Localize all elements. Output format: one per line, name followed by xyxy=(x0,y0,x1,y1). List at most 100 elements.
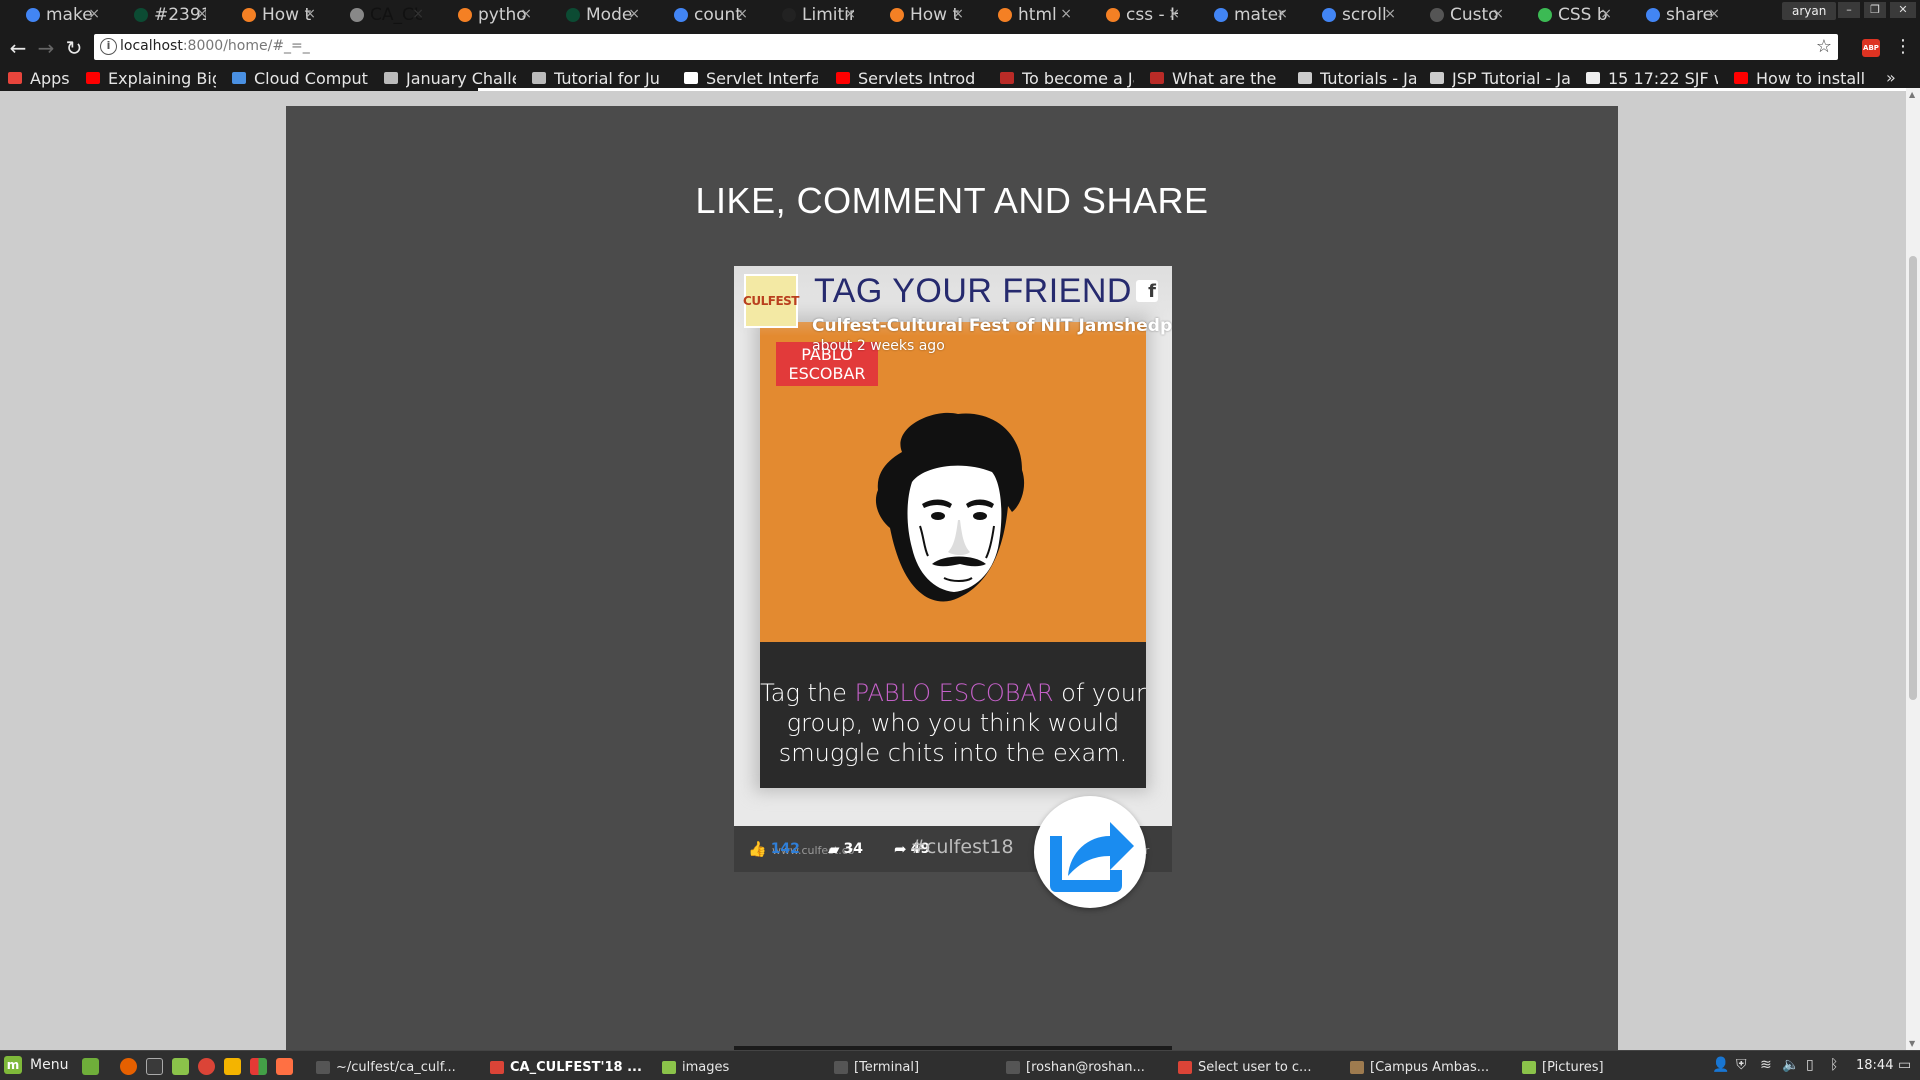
culfest-logo[interactable]: CULFEST xyxy=(743,274,799,328)
browser-tab[interactable]: share × xyxy=(1624,2,1732,28)
tab-close-icon[interactable]: × xyxy=(412,6,424,22)
scroll-thumb[interactable] xyxy=(1909,256,1917,700)
tab-close-icon[interactable]: × xyxy=(520,6,532,22)
bookmark-label: Explaining Big xyxy=(108,68,216,88)
browser-tab[interactable]: mater × xyxy=(1192,2,1300,28)
address-bar[interactable]: i localhost:8000/home/#_=_ ☆ xyxy=(94,34,1838,60)
browser-tab[interactable]: #2391 × xyxy=(112,2,220,28)
browser-tab[interactable]: How t × xyxy=(868,2,976,28)
reload-icon[interactable]: ↻ xyxy=(62,36,86,60)
back-arrow-icon[interactable]: ← xyxy=(6,36,30,60)
taskbar-window[interactable]: ~/culfest/ca_culf... xyxy=(316,1056,456,1078)
info-icon[interactable]: i xyxy=(100,38,117,55)
browser-tab[interactable]: make × xyxy=(4,2,112,28)
tab-close-icon[interactable]: × xyxy=(1492,6,1504,22)
browser-tab[interactable]: html × xyxy=(976,2,1084,28)
like-button[interactable]: 👍 142 xyxy=(748,840,800,858)
apps-launcher-icon[interactable] xyxy=(250,1058,267,1075)
share-button[interactable] xyxy=(1034,796,1146,908)
user-icon[interactable]: 👤 xyxy=(1712,1057,1729,1073)
browser-tab[interactable]: pytho × xyxy=(436,2,544,28)
taskbar-window[interactable]: [Pictures] xyxy=(1522,1056,1604,1078)
browser-tab[interactable]: Custo × xyxy=(1408,2,1516,28)
bookmark-item[interactable]: JSP Tutorial - Ja xyxy=(1430,68,1570,88)
bookmark-item[interactable]: 15 17:22 SJF wi xyxy=(1586,68,1718,88)
firefox-icon[interactable] xyxy=(120,1058,137,1075)
show-desktop-icon[interactable] xyxy=(82,1058,99,1075)
tab-close-icon[interactable]: × xyxy=(1060,6,1072,22)
tab-close-icon[interactable]: × xyxy=(628,6,640,22)
taskbar-window[interactable]: CA_CULFEST'18 ... xyxy=(490,1056,642,1078)
minimize-icon[interactable]: – xyxy=(1838,2,1860,18)
start-menu-button[interactable]: m Menu xyxy=(4,1056,68,1074)
forward-arrow-icon[interactable]: → xyxy=(34,36,58,60)
bookmark-item[interactable]: Tutorials - Java xyxy=(1298,68,1416,88)
notification-icon[interactable]: ▭ xyxy=(1898,1057,1911,1073)
browser-tab[interactable]: count × xyxy=(652,2,760,28)
files-launcher-icon[interactable] xyxy=(172,1058,189,1075)
tab-close-icon[interactable]: × xyxy=(1384,6,1396,22)
bookmark-item[interactable]: Tutorial for Ju xyxy=(532,68,668,88)
taskbar-window[interactable]: [Terminal] xyxy=(834,1056,919,1078)
browser-menu-icon[interactable]: ⋮ xyxy=(1894,36,1912,57)
scroll-up-icon[interactable]: ▲ xyxy=(1909,90,1915,99)
paint-launcher-icon[interactable] xyxy=(224,1058,241,1075)
update-icon[interactable]: ⛨ xyxy=(1736,1057,1747,1073)
post-image[interactable]: PABLO ESCOBAR Tag the PABLO ESCOBAR of y… xyxy=(760,322,1146,788)
sublime-launcher-icon[interactable] xyxy=(276,1058,293,1075)
tab-close-icon[interactable]: × xyxy=(196,6,208,22)
taskbar-window-label: images xyxy=(682,1059,730,1075)
tab-close-icon[interactable]: × xyxy=(1168,6,1180,22)
share-arrow-icon: ➦ xyxy=(894,840,907,858)
bookmark-item[interactable]: Cloud Comput xyxy=(232,68,368,88)
restore-icon[interactable]: ❐ xyxy=(1864,2,1886,18)
tab-close-icon[interactable]: × xyxy=(1600,6,1612,22)
bookmark-label: Servlets Introd xyxy=(858,68,976,88)
bookmark-item[interactable]: To become a Ja xyxy=(1000,68,1134,88)
browser-tab[interactable]: scroll × xyxy=(1300,2,1408,28)
taskbar-window[interactable]: [roshan@roshan... xyxy=(1006,1056,1145,1078)
bookmark-item[interactable]: How to install xyxy=(1734,68,1864,88)
bluetooth-icon[interactable]: ᛒ xyxy=(1830,1057,1838,1073)
browser-tab[interactable]: Mode × xyxy=(544,2,652,28)
bookmark-item[interactable]: January Challe xyxy=(384,68,516,88)
facebook-icon[interactable]: f xyxy=(1136,280,1158,302)
browser-tab[interactable]: CSS b × xyxy=(1516,2,1624,28)
tab-close-icon[interactable]: × xyxy=(844,6,856,22)
bookmark-label: To become a Ja xyxy=(1022,68,1134,88)
bookmark-star-icon[interactable]: ☆ xyxy=(1816,36,1832,57)
comment-button[interactable]: ▰ 34 xyxy=(828,840,863,858)
bookmark-item[interactable]: What are the b xyxy=(1150,68,1282,88)
bookmark-item[interactable]: Servlet Interfa xyxy=(684,68,818,88)
bookmark-item[interactable]: Servlets Introd xyxy=(836,68,984,88)
tab-close-icon[interactable]: × xyxy=(88,6,100,22)
volume-icon[interactable]: 🔈 xyxy=(1782,1057,1799,1073)
close-window-icon[interactable]: ✕ xyxy=(1890,2,1916,18)
bookmark-item[interactable]: Explaining Big xyxy=(86,68,216,88)
browser-tab[interactable]: css - H × xyxy=(1084,2,1192,28)
browser-tab[interactable]: How t × xyxy=(220,2,328,28)
bookmark-item[interactable]: Apps xyxy=(8,68,74,88)
bookmarks-overflow-icon[interactable]: » xyxy=(1886,68,1896,87)
tab-close-icon[interactable]: × xyxy=(304,6,316,22)
terminal-launcher-icon[interactable] xyxy=(146,1058,163,1075)
profile-button[interactable]: aryan xyxy=(1782,2,1837,20)
tab-close-icon[interactable]: × xyxy=(952,6,964,22)
wifi-icon[interactable]: ≋ xyxy=(1760,1057,1772,1073)
browser-tab[interactable]: CA_CU × xyxy=(328,2,436,28)
post-page-name[interactable]: Culfest-Cultural Fest of NIT Jamshedpur xyxy=(812,316,1172,336)
taskbar-window[interactable]: [Campus Ambas... xyxy=(1350,1056,1489,1078)
scroll-down-icon[interactable]: ▼ xyxy=(1909,1039,1915,1048)
chrome-launcher-icon[interactable] xyxy=(198,1058,215,1075)
browser-tab[interactable]: Limitir × xyxy=(760,2,868,28)
adblock-icon[interactable]: ABP xyxy=(1862,39,1880,57)
page-scrollbar[interactable]: ▲ ▼ xyxy=(1906,88,1920,1050)
mint-logo-icon: m xyxy=(4,1056,22,1074)
battery-icon[interactable]: ▯ xyxy=(1806,1057,1814,1073)
tab-close-icon[interactable]: × xyxy=(1276,6,1288,22)
taskbar-window[interactable]: images xyxy=(662,1056,729,1078)
tab-close-icon[interactable]: × xyxy=(1708,6,1720,22)
tab-close-icon[interactable]: × xyxy=(736,6,748,22)
taskbar-window[interactable]: Select user to c... xyxy=(1178,1056,1311,1078)
facebook-post-card[interactable]: PABLO ESCOBAR Tag the PABLO ESCOBAR of y… xyxy=(734,266,1172,872)
